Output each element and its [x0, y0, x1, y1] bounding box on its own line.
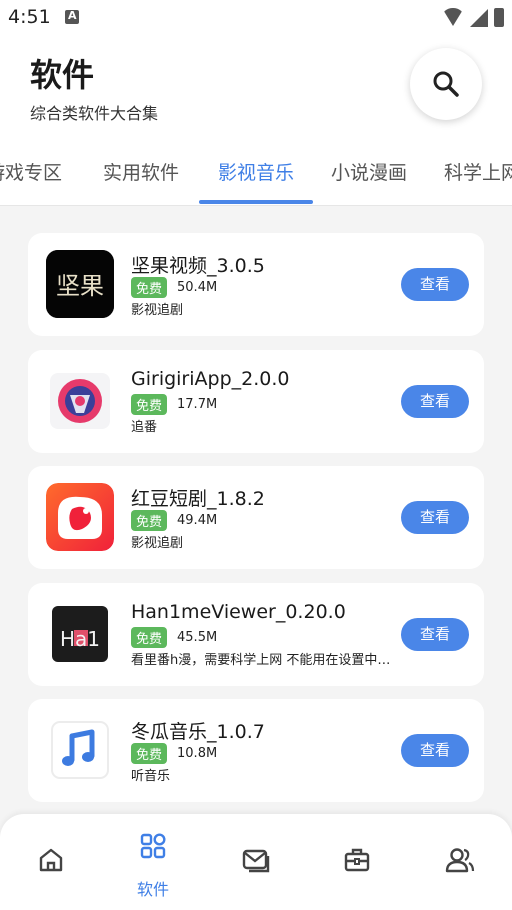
tab-novels-comics[interactable]: 小说漫画: [331, 158, 407, 185]
music-note-icon: [51, 721, 109, 779]
bottom-nav: 软件: [0, 814, 512, 910]
app-description: 追番: [131, 420, 158, 435]
notification-icon: [65, 9, 79, 24]
app-icon-donggua: [46, 716, 114, 784]
nav-software-label: 软件: [136, 880, 169, 899]
status-icons: [442, 8, 504, 27]
category-tabs: 游戏专区 实用软件 影视音乐 小说漫画 科学上网: [0, 144, 512, 206]
app-icon-han1me: Ha1: [46, 600, 114, 668]
nav-software[interactable]: 软件: [102, 814, 204, 910]
app-name: Han1meViewer_0.20.0: [131, 601, 346, 623]
search-button[interactable]: [410, 48, 482, 120]
app-name: 红豆短剧_1.8.2: [131, 488, 265, 510]
app-icon-jianguo: 坚果: [46, 250, 114, 318]
app-name: 坚果视频_3.0.5: [131, 255, 265, 277]
nav-messages[interactable]: [204, 814, 306, 910]
view-button[interactable]: 查看: [401, 734, 469, 767]
girigiri-logo-icon: [50, 373, 110, 429]
status-bar: 4:51: [0, 0, 512, 36]
free-badge: 免费: [131, 627, 168, 648]
view-button[interactable]: 查看: [401, 268, 469, 301]
app-name: GirigiriApp_2.0.0: [131, 368, 290, 390]
app-meta: 免费 45.5M: [131, 627, 217, 648]
list-item[interactable]: 冬瓜音乐_1.0.7 免费 10.8M 听音乐 查看: [28, 699, 484, 802]
nav-profile[interactable]: [408, 814, 510, 910]
jianguo-logo-text: 坚果: [56, 272, 104, 300]
status-time: 4:51: [8, 6, 51, 28]
app-name: 冬瓜音乐_1.0.7: [131, 721, 265, 743]
signal-icon: [470, 9, 488, 27]
tab-proxy[interactable]: 科学上网: [444, 158, 512, 185]
han1me-logo-text: Ha1: [60, 627, 100, 651]
view-button[interactable]: 查看: [401, 618, 469, 651]
page-header: 软件 综合类软件大合集: [0, 36, 512, 144]
grid-icon: [140, 833, 166, 859]
app-size: 17.7M: [177, 397, 218, 412]
nav-tools[interactable]: [306, 814, 408, 910]
han1me-logo-icon: Ha1: [52, 606, 108, 662]
app-meta: 免费 17.7M: [131, 394, 217, 415]
free-badge: 免费: [131, 394, 168, 415]
app-size: 49.4M: [177, 513, 218, 528]
tab-indicator: [199, 200, 313, 204]
app-meta: 免费 49.4M: [131, 510, 217, 531]
search-icon: [433, 71, 459, 97]
list-item[interactable]: GirigiriApp_2.0.0 免费 17.7M 追番 查看: [28, 350, 484, 453]
tab-utilities[interactable]: 实用软件: [103, 158, 179, 185]
app-icon-hongdou: [46, 483, 114, 551]
app-size: 10.8M: [177, 746, 218, 761]
tab-games[interactable]: 游戏专区: [0, 158, 62, 185]
app-description: 影视追剧: [131, 536, 184, 551]
list-item[interactable]: 红豆短剧_1.8.2 免费 49.4M 影视追剧 查看: [28, 466, 484, 569]
jianguo-logo-icon: 坚果: [46, 250, 114, 318]
app-description: 看里番h漫，需要科学上网 不能用在设置中开启代理: [131, 653, 396, 668]
home-icon: [39, 848, 63, 872]
page-subtitle: 综合类软件大合集: [30, 104, 159, 123]
toolbox-icon: [344, 848, 370, 872]
battery-icon: [494, 8, 504, 27]
tab-video-music[interactable]: 影视音乐: [218, 158, 294, 185]
app-description: 听音乐: [131, 769, 171, 784]
view-button[interactable]: 查看: [401, 385, 469, 418]
nav-home[interactable]: [0, 814, 102, 910]
list-item[interactable]: Ha1 Han1meViewer_0.20.0 免费 45.5M 看里番h漫，需…: [28, 583, 484, 686]
free-badge: 免费: [131, 277, 168, 298]
app-icon-girigiri: [46, 367, 114, 435]
list-item[interactable]: 坚果 坚果视频_3.0.5 免费 50.4M 影视追剧 查看: [28, 233, 484, 336]
app-size: 50.4M: [177, 280, 218, 295]
app-meta: 免费 50.4M: [131, 277, 217, 298]
hongdou-logo-icon: [46, 483, 114, 551]
users-icon: [445, 848, 475, 873]
app-size: 45.5M: [177, 630, 218, 645]
app-description: 影视追剧: [131, 303, 184, 318]
page-title: 软件: [30, 56, 95, 94]
app-meta: 免费 10.8M: [131, 743, 217, 764]
view-button[interactable]: 查看: [401, 501, 469, 534]
free-badge: 免费: [131, 510, 168, 531]
mail-icon: [242, 849, 270, 873]
free-badge: 免费: [131, 743, 168, 764]
wifi-icon: [442, 8, 464, 26]
